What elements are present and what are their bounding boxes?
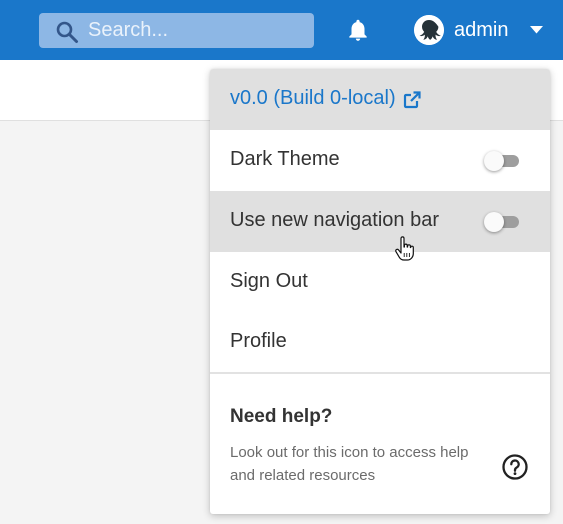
external-link-icon xyxy=(403,91,421,109)
menu-item-label: Dark Theme xyxy=(230,148,340,170)
version-link[interactable]: v0.0 (Build 0-local) xyxy=(210,69,550,130)
octopus-avatar-icon xyxy=(414,15,444,45)
toggle-thumb xyxy=(484,212,504,232)
search-icon xyxy=(56,21,78,43)
menu-item-profile[interactable]: Profile xyxy=(210,312,550,373)
bell-icon[interactable] xyxy=(345,17,371,43)
help-circle-icon[interactable] xyxy=(501,453,529,481)
menu-item-sign-out[interactable]: Sign Out xyxy=(210,252,550,313)
menu-item-dark-theme[interactable]: Dark Theme xyxy=(210,130,550,191)
menu-item-label: Profile xyxy=(230,330,287,352)
top-navigation-bar: admin xyxy=(0,0,563,60)
caret-down-icon xyxy=(530,26,543,34)
version-label: v0.0 (Build 0-local) xyxy=(230,87,396,109)
search-box[interactable] xyxy=(39,13,314,48)
menu-item-new-navigation-bar[interactable]: Use new navigation bar xyxy=(210,191,550,252)
new-navigation-bar-toggle[interactable] xyxy=(484,212,522,232)
menu-item-label: Use new navigation bar xyxy=(230,209,440,231)
menu-divider xyxy=(210,372,550,374)
menu-item-label: Sign Out xyxy=(230,270,308,292)
user-menu-button[interactable]: admin xyxy=(412,14,552,46)
username-label: admin xyxy=(454,19,509,41)
toggle-thumb xyxy=(484,151,504,171)
avatar xyxy=(414,15,444,45)
help-description: Look out for this icon to access help an… xyxy=(230,444,469,484)
help-title: Need help? xyxy=(230,406,333,427)
dark-theme-toggle[interactable] xyxy=(484,151,522,171)
search-input[interactable] xyxy=(88,13,303,48)
user-dropdown-menu: v0.0 (Build 0-local) Dark Theme Use new … xyxy=(210,69,550,514)
